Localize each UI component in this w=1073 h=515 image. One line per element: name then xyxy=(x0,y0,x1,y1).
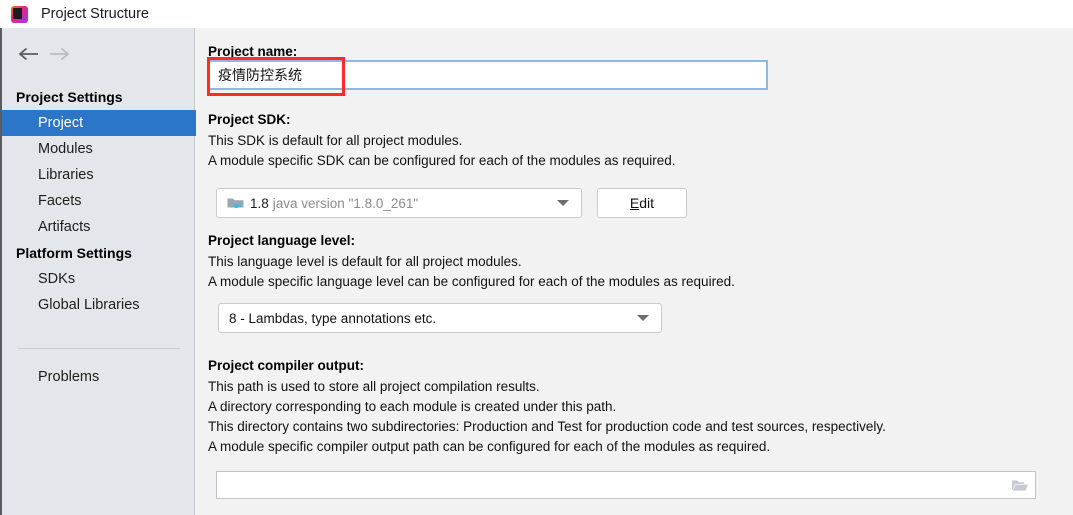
compiler-output-label: Project compiler output: xyxy=(208,358,365,373)
dialog-body: Project Settings Project Modules Librari… xyxy=(0,28,1073,515)
sidebar-item-label: Libraries xyxy=(38,167,94,183)
project-sdk-desc-line-1: This SDK is default for all project modu… xyxy=(208,133,463,148)
language-level-desc-line-2: A module specific language level can be … xyxy=(208,274,735,289)
language-level-value: 8 - Lambdas, type annotations etc. xyxy=(229,310,437,326)
sidebar-item-label: Project xyxy=(38,115,84,131)
sidebar-item-libraries[interactable]: Libraries xyxy=(2,162,196,188)
compiler-output-desc-line-1: This path is used to store all project c… xyxy=(208,379,540,394)
project-name-input[interactable]: 疫情防控系统 xyxy=(208,60,768,90)
chevron-down-icon xyxy=(557,200,569,206)
window-title: Project Structure xyxy=(41,6,149,22)
compiler-output-desc-line-3: This directory contains two subdirectori… xyxy=(208,419,886,434)
navigation-arrows xyxy=(2,40,197,68)
sidebar-item-modules[interactable]: Modules xyxy=(2,136,196,162)
language-level-dropdown[interactable]: 8 - Lambdas, type annotations etc. xyxy=(218,303,662,333)
sidebar-item-label: Artifacts xyxy=(38,219,91,235)
sidebar-item-label: SDKs xyxy=(38,271,76,287)
compiler-output-desc-line-2: A directory corresponding to each module… xyxy=(208,399,617,414)
language-level-desc-line-1: This language level is default for all p… xyxy=(208,254,522,269)
arrow-left-icon[interactable] xyxy=(14,43,44,65)
project-sdk-version: 1.8 xyxy=(250,195,269,211)
sidebar-group-platform-settings: Platform Settings xyxy=(16,245,132,261)
project-name-label: Project name: xyxy=(208,44,298,59)
sidebar-item-label: Global Libraries xyxy=(38,297,140,313)
intellij-idea-icon: IJ xyxy=(11,5,28,23)
project-settings-panel: Project name: 疫情防控系统 Project SDK: This S… xyxy=(196,28,1073,515)
sidebar-item-sdks[interactable]: SDKs xyxy=(2,266,196,292)
sidebar-item-project[interactable]: Project xyxy=(2,110,196,136)
edit-button-mnemonic: E xyxy=(629,195,640,211)
settings-sidebar: Project Settings Project Modules Librari… xyxy=(0,28,197,515)
language-level-label: Project language level: xyxy=(208,233,356,248)
project-sdk-desc-line-2: A module specific SDK can be configured … xyxy=(208,153,676,168)
arrow-right-icon xyxy=(44,43,74,65)
folder-java-icon xyxy=(227,196,244,210)
app-icon-letter: IJ xyxy=(14,8,20,17)
compiler-output-input[interactable] xyxy=(216,471,1036,499)
sidebar-item-label: Problems xyxy=(38,369,100,385)
project-sdk-dropdown[interactable]: 1.8 java version "1.8.0_261" xyxy=(216,188,582,218)
sidebar-group-project-settings: Project Settings xyxy=(16,89,123,105)
sidebar-item-problems[interactable]: Problems xyxy=(2,364,196,390)
sidebar-item-artifacts[interactable]: Artifacts xyxy=(2,214,196,240)
sidebar-item-facets[interactable]: Facets xyxy=(2,188,196,214)
project-name-value: 疫情防控系统 xyxy=(218,67,302,83)
chevron-down-icon xyxy=(637,315,649,321)
compiler-output-desc-line-4: A module specific compiler output path c… xyxy=(208,439,771,454)
window-titlebar: IJ Project Structure xyxy=(0,0,1073,28)
edit-button-rest: dit xyxy=(639,195,655,211)
folder-open-icon[interactable] xyxy=(1011,477,1029,493)
sidebar-item-label: Facets xyxy=(38,193,82,209)
project-sdk-description: java version "1.8.0_261" xyxy=(272,195,419,211)
sidebar-item-label: Modules xyxy=(38,141,93,157)
edit-sdk-button[interactable]: Edit xyxy=(597,188,687,218)
sidebar-item-global-libraries[interactable]: Global Libraries xyxy=(2,292,196,318)
sidebar-divider xyxy=(18,348,180,349)
project-sdk-label: Project SDK: xyxy=(208,112,291,127)
